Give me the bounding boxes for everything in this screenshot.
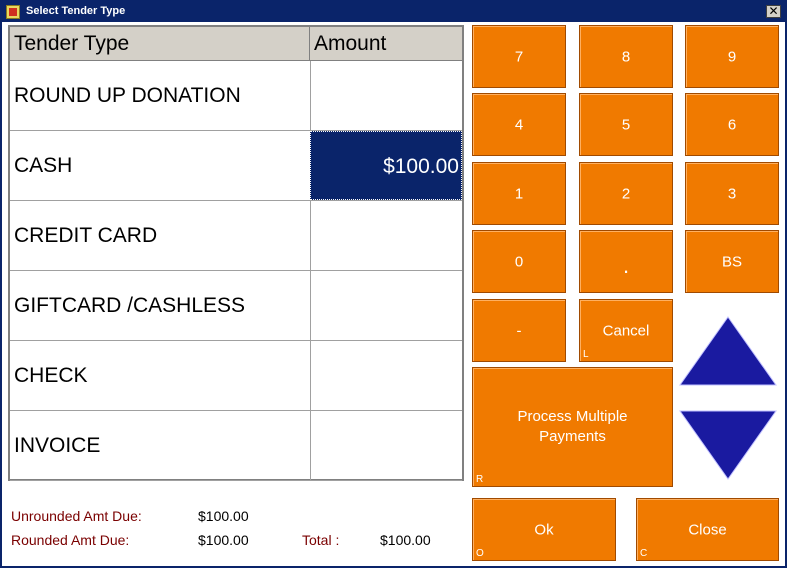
key-label: 2 [621,185,631,202]
header-amount: Amount [314,32,387,55]
tender-name: ROUND UP DONATION [14,84,241,107]
header-tender-type: Tender Type [10,27,310,61]
select-tender-window: Select Tender Type ✕ Tender Type Amount … [0,0,787,568]
unrounded-amt-value: $100.00 [198,508,249,524]
unrounded-amt-label: Unrounded Amt Due: [11,508,142,524]
tender-row-credit-card[interactable]: CREDIT CARD [10,201,462,271]
keypad-minus-button[interactable]: - [472,299,566,362]
rounded-amt-label: Rounded Amt Due: [11,532,130,548]
ok-label: Ok [534,521,554,538]
key-label: 9 [727,48,737,65]
cancel-hotkey: L [583,349,589,360]
keypad-0-button[interactable]: 0 [472,230,566,293]
keypad-3-button[interactable]: 3 [685,162,779,225]
keypad-9-button[interactable]: 9 [685,25,779,88]
key-label: . [622,253,630,279]
key-label: 7 [514,48,524,65]
rounded-amt-value: $100.00 [198,532,249,548]
tender-amount[interactable] [310,201,462,270]
tender-row-check[interactable]: CHECK [10,341,462,411]
tender-amount-selected[interactable]: $100.00 [310,131,462,200]
key-label: BS [721,253,742,270]
tender-amount[interactable] [310,271,462,340]
tender-grid: Tender Type Amount ROUND UP DONATION CAS… [8,25,464,481]
process-hotkey: R [476,474,484,485]
key-label: 3 [727,185,737,202]
title-bar: Select Tender Type ✕ [2,2,785,22]
tender-name: CREDIT CARD [14,224,158,247]
tender-row-round-up[interactable]: ROUND UP DONATION [10,61,462,131]
process-multiple-payments-button[interactable]: Process Multiple Payments R [472,367,673,487]
app-icon [6,5,20,19]
keypad-1-button[interactable]: 1 [472,162,566,225]
key-label: 5 [621,116,631,133]
window-close-button[interactable]: ✕ [766,5,781,18]
scroll-down-arrow-icon[interactable] [678,409,778,481]
keypad-backspace-button[interactable]: BS [685,230,779,293]
window-title: Select Tender Type [26,5,126,17]
tender-row-cash[interactable]: CASH $100.00 [10,131,462,201]
keypad-4-button[interactable]: 4 [472,93,566,156]
keypad-decimal-button[interactable]: . [579,230,673,293]
tender-amount[interactable] [310,341,462,410]
keypad-5-button[interactable]: 5 [579,93,673,156]
tender-row-giftcard[interactable]: GIFTCARD /CASHLESS [10,271,462,341]
tender-amount[interactable] [310,61,462,130]
tender-name: GIFTCARD /CASHLESS [14,294,246,317]
total-value: $100.00 [380,532,431,548]
key-label: 0 [514,253,524,270]
key-label: 6 [727,116,737,133]
total-label: Total : [302,532,340,548]
keypad-6-button[interactable]: 6 [685,93,779,156]
tender-amount[interactable] [310,411,462,480]
ok-button[interactable]: Ok O [472,498,616,561]
cancel-label: Cancel [602,322,650,339]
key-label: - [516,322,522,339]
tender-name: CASH [14,154,73,177]
close-button[interactable]: Close C [636,498,779,561]
process-multiple-label: Process Multiple Payments [517,408,628,445]
keypad-2-button[interactable]: 2 [579,162,673,225]
scroll-up-arrow-icon[interactable] [678,315,778,387]
close-label: Close [688,521,727,538]
key-label: 4 [514,116,524,133]
grid-header: Tender Type Amount [10,27,462,61]
key-label: 8 [621,48,631,65]
cancel-button[interactable]: Cancel L [579,299,673,362]
keypad-8-button[interactable]: 8 [579,25,673,88]
tender-row-invoice[interactable]: INVOICE [10,411,462,481]
ok-hotkey: O [476,548,484,559]
tender-name: INVOICE [14,434,101,457]
close-hotkey: C [640,548,648,559]
tender-name: CHECK [14,364,88,387]
keypad-7-button[interactable]: 7 [472,25,566,88]
key-label: 1 [514,185,524,202]
